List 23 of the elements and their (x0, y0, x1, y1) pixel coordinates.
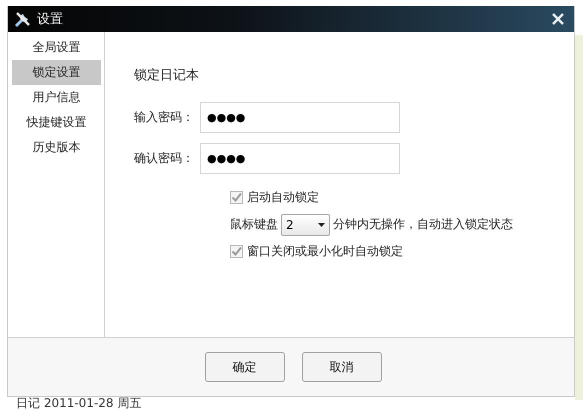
tools-icon (14, 10, 31, 28)
window-title: 设置 (37, 11, 64, 28)
minutes-dropdown[interactable]: 2 (281, 214, 330, 236)
sidebar-item[interactable]: 快捷键设置 (12, 110, 101, 135)
sidebar-item[interactable]: 全局设置 (12, 35, 101, 60)
caret-icon (318, 222, 325, 226)
field-label: 确认密码： (134, 150, 195, 167)
checkbox[interactable] (230, 245, 243, 258)
sidebar-item[interactable]: 锁定设置 (12, 60, 101, 85)
sidebar-item[interactable]: 用户信息 (12, 85, 101, 110)
option-label: 鼠标键盘 (230, 216, 278, 233)
dialog-button[interactable]: 确定 (204, 352, 284, 382)
dialog-button[interactable]: 取消 (302, 352, 382, 382)
field-label: 输入密码： (134, 109, 195, 126)
password-field[interactable]: ●●●● (200, 143, 400, 174)
checkbox-label: 启动自动锁定 (247, 189, 319, 206)
sidebar-item[interactable]: 历史版本 (12, 135, 101, 160)
checkbox[interactable] (230, 191, 243, 204)
checkbox-label: 窗口关闭或最小化时自动锁定 (247, 243, 403, 260)
section-title: 锁定日记本 (134, 67, 200, 84)
diary-entry-title: 日记 2011-01-28 周五 (16, 397, 142, 410)
option-label: 分钟内无操作，自动进入锁定状态 (333, 216, 513, 233)
password-field[interactable]: ●●●● (200, 102, 400, 133)
